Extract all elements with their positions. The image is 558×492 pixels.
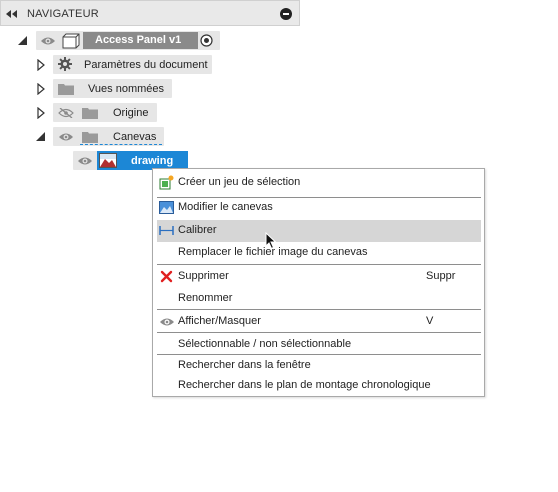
eye-icon [159, 317, 174, 327]
expand-open-icon[interactable] [36, 132, 45, 141]
item-label: Origine [113, 107, 149, 119]
menu-item-calibrate[interactable]: Calibrer [157, 220, 481, 242]
component-box-icon [62, 33, 80, 49]
collapse-arrows-icon[interactable] [5, 8, 19, 20]
edit-canvas-icon [159, 200, 174, 215]
menu-item-label: Supprimer [178, 270, 229, 282]
navigator-title: NAVIGATEUR [27, 8, 99, 20]
context-menu: Créer un jeu de sélection Modifier le ca… [152, 168, 485, 397]
mouse-cursor-icon [265, 231, 277, 250]
item-label: Paramètres du document [84, 59, 208, 71]
expand-closed-icon[interactable] [37, 107, 45, 119]
menu-separator [157, 264, 481, 265]
menu-separator [157, 309, 481, 310]
menu-item-shortcut: V [426, 315, 434, 327]
menu-item-delete[interactable]: Supprimer Suppr [157, 266, 481, 288]
folder-icon [58, 83, 74, 95]
selection-dashed-underline [80, 144, 162, 145]
folder-icon [82, 131, 98, 143]
delete-x-icon [159, 269, 174, 284]
expand-open-icon[interactable] [18, 36, 27, 45]
menu-item-label: Modifier le canevas [178, 201, 273, 213]
menu-item-edit-canvas[interactable]: Modifier le canevas [157, 197, 481, 219]
activate-radio-icon[interactable] [200, 34, 213, 47]
menu-item-find-in-timeline[interactable]: Rechercher dans le plan de montage chron… [157, 375, 481, 397]
eye-icon[interactable] [58, 132, 74, 142]
eye-icon[interactable] [77, 156, 93, 166]
menu-item-find-in-window[interactable]: Rechercher dans la fenêtre [157, 355, 481, 377]
calibrate-icon [159, 223, 174, 238]
eye-icon[interactable] [40, 36, 56, 46]
folder-icon [82, 107, 98, 119]
canvas-image-icon [99, 153, 117, 168]
root-label: Access Panel v1 [95, 34, 182, 46]
selection-set-icon [159, 175, 174, 190]
menu-item-label: Rechercher dans le plan de montage chron… [178, 379, 431, 391]
expand-closed-icon[interactable] [37, 59, 45, 71]
navigator-options-icon[interactable] [280, 8, 292, 20]
menu-separator [157, 332, 481, 333]
gear-icon [58, 57, 72, 71]
menu-item-label: Afficher/Masquer [178, 315, 261, 327]
menu-item-selectable[interactable]: Sélectionnable / non sélectionnable [157, 334, 481, 356]
item-label: Vues nommées [88, 83, 165, 95]
item-label: drawing [131, 155, 174, 167]
menu-item-label: Rechercher dans la fenêtre [178, 359, 311, 371]
menu-item-replace-image[interactable]: Remplacer le fichier image du canevas [157, 242, 481, 264]
menu-item-show-hide[interactable]: Afficher/Masquer V [157, 311, 481, 333]
eye-hidden-icon[interactable] [58, 107, 74, 119]
item-label: Canevas [113, 131, 157, 143]
expand-closed-icon[interactable] [37, 83, 45, 95]
menu-item-create-selection-set[interactable]: Créer un jeu de sélection [157, 172, 481, 194]
menu-item-label: Créer un jeu de sélection [178, 176, 301, 188]
menu-item-label: Sélectionnable / non sélectionnable [178, 338, 352, 350]
menu-item-rename[interactable]: Renommer [157, 288, 481, 310]
menu-item-label: Calibrer [178, 224, 217, 236]
menu-item-label: Renommer [178, 292, 233, 304]
menu-item-shortcut: Suppr [426, 270, 456, 282]
navigator-header: NAVIGATEUR [0, 0, 300, 26]
